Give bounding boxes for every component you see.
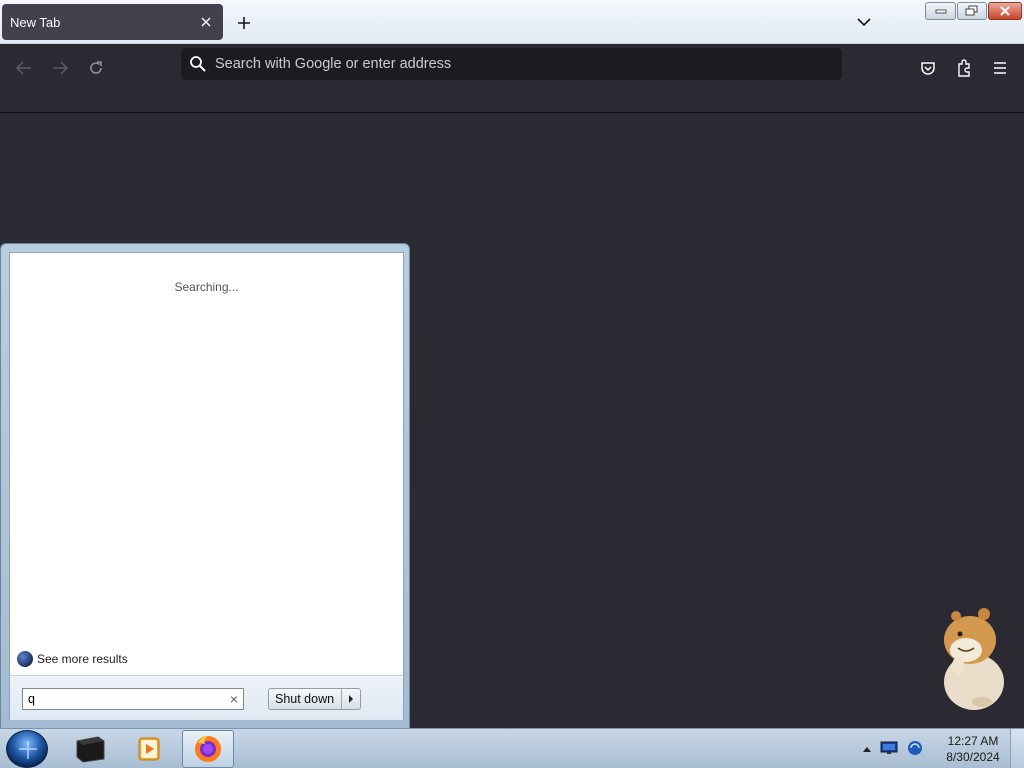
clock-date: 8/30/2024 xyxy=(946,750,1000,764)
navigation-toolbar xyxy=(0,44,1024,113)
address-input[interactable] xyxy=(215,56,842,72)
system-tray xyxy=(862,729,924,768)
show-desktop-button[interactable] xyxy=(1010,729,1024,768)
see-more-results-link[interactable]: See more results xyxy=(17,651,128,667)
restore-button[interactable] xyxy=(957,2,987,20)
start-menu: Searching... See more results × Shut dow… xyxy=(0,243,410,729)
terminal-icon xyxy=(76,736,105,763)
extensions-icon[interactable] xyxy=(948,52,980,84)
taskbar-media-player-app[interactable] xyxy=(123,730,175,768)
shutdown-button-group: Shut down xyxy=(268,688,362,710)
taskbar-clock[interactable]: 12:27 AM 8/30/2024 xyxy=(940,733,1006,765)
search-globe-icon xyxy=(17,651,33,667)
clear-search-icon[interactable]: × xyxy=(225,691,243,707)
minimize-button[interactable] xyxy=(925,2,956,20)
address-bar[interactable] xyxy=(181,48,842,80)
window-close-button[interactable] xyxy=(988,2,1022,20)
tab-title: New Tab xyxy=(10,14,61,30)
hamster-mascot xyxy=(936,602,1010,712)
network-icon[interactable] xyxy=(880,741,898,758)
start-menu-footer: × Shut down xyxy=(10,675,403,720)
back-button[interactable] xyxy=(8,52,40,84)
close-icon[interactable] xyxy=(197,13,215,31)
searching-status: Searching... xyxy=(174,280,239,294)
shutdown-options-arrow-icon[interactable] xyxy=(342,689,360,709)
firefox-icon xyxy=(195,736,221,762)
show-hidden-icons-icon[interactable] xyxy=(862,742,872,756)
forward-button[interactable] xyxy=(44,52,76,84)
chevron-down-icon[interactable] xyxy=(851,11,877,33)
taskbar: 12:27 AM 8/30/2024 xyxy=(0,728,1024,768)
see-more-label: See more results xyxy=(37,652,128,666)
hamburger-menu-icon[interactable] xyxy=(984,52,1016,84)
start-search-input[interactable] xyxy=(28,692,225,706)
taskbar-terminal-app[interactable] xyxy=(64,730,116,768)
browser-titlebar: New Tab xyxy=(0,0,1024,44)
volume-icon[interactable] xyxy=(906,740,924,759)
start-search-box[interactable]: × xyxy=(22,688,244,710)
taskbar-firefox-app[interactable] xyxy=(182,730,234,768)
clock-time: 12:27 AM xyxy=(947,734,999,748)
search-icon xyxy=(189,55,207,73)
media-player-icon xyxy=(138,737,160,761)
shutdown-button[interactable]: Shut down xyxy=(269,689,343,709)
new-tab-button[interactable] xyxy=(232,11,256,35)
start-button[interactable] xyxy=(6,730,48,768)
pocket-icon[interactable] xyxy=(912,52,944,84)
reload-button[interactable] xyxy=(80,52,112,84)
start-menu-results-panel: Searching... See more results × Shut dow… xyxy=(9,252,404,720)
tab-new-tab[interactable]: New Tab xyxy=(2,4,223,40)
